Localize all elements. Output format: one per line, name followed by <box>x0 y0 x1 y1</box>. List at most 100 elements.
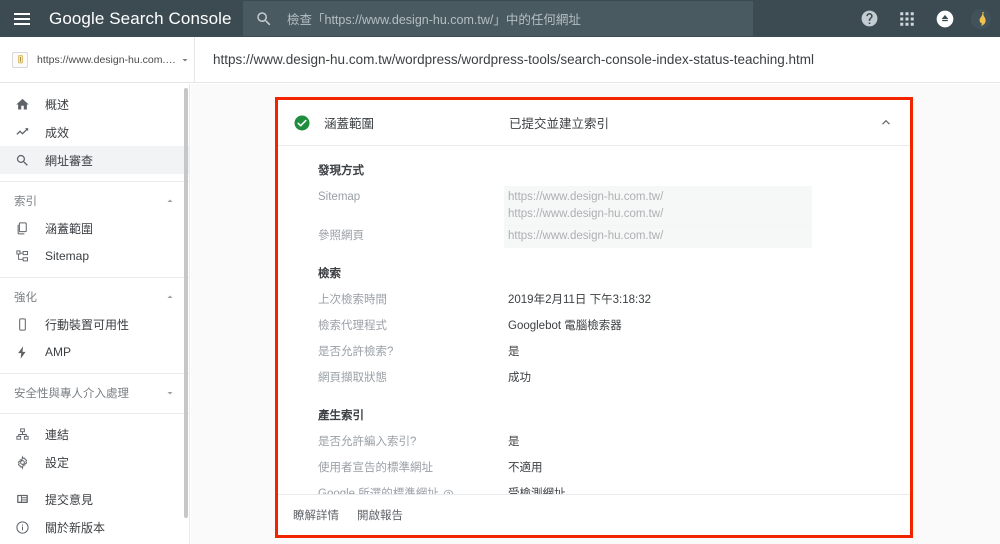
section-title: 產生索引 <box>318 410 364 422</box>
coverage-card-header[interactable]: 涵蓋範圍 已提交並建立索引 <box>278 100 910 146</box>
property-selector[interactable]: https://www.design-hu.com.t... <box>0 37 194 83</box>
sidebar-item-label: 設定 <box>45 455 70 470</box>
coverage-card-body: 發現方式 Sitemap https://www.design-hu.com.t… <box>278 146 910 494</box>
detail-row-value: https://www.design-hu.com.tw/ <box>504 225 910 248</box>
help-circle-icon[interactable] <box>856 6 882 32</box>
sidebar-group-index[interactable]: 索引 <box>0 188 189 214</box>
app-header: Google Search Console 檢查「https://www.des… <box>0 0 1000 37</box>
detail-row-label: Sitemap <box>318 191 361 203</box>
detail-row: 網頁擷取狀態 成功 <box>278 370 910 391</box>
detail-row-value: 2019年2月11日 下午3:18:32 <box>508 294 651 306</box>
detail-row-value: 不適用 <box>508 462 543 474</box>
info-circle-icon <box>13 520 31 535</box>
trending-up-icon <box>13 125 31 140</box>
sidebar-item-url-inspection[interactable]: 網址審查 <box>0 146 189 174</box>
detail-row-value: https://www.design-hu.com.tw/ https://ww… <box>504 186 910 226</box>
detail-row-label: 上次檢索時間 <box>318 294 387 306</box>
learn-more-link[interactable]: 瞭解詳情 <box>293 507 339 523</box>
hamburger-menu-icon[interactable] <box>0 0 44 37</box>
chevron-up-icon[interactable] <box>878 116 894 130</box>
mobile-device-icon <box>13 317 31 332</box>
sidebar-item-amp[interactable]: AMP <box>0 338 189 366</box>
detail-row-value: 成功 <box>508 372 531 384</box>
sidebar-group-label: 強化 <box>14 292 37 304</box>
coverage-card-title: 涵蓋範圍 <box>324 117 375 131</box>
sidebar-divider <box>0 181 189 182</box>
sidebar-item-mobile-usability[interactable]: 行動裝置可用性 <box>0 310 189 338</box>
sidebar-item-label: 行動裝置可用性 <box>45 317 130 332</box>
detail-row: 使用者宣告的標準網址 不適用 <box>278 460 910 481</box>
sidebar-divider <box>0 277 189 278</box>
sidebar-item-label: 成效 <box>45 125 70 140</box>
notifications-bell-icon[interactable] <box>932 6 958 32</box>
sidebar-group-enhancements[interactable]: 強化 <box>0 284 189 310</box>
header-actions <box>856 0 992 37</box>
url-inspection-search-bar[interactable]: 檢查「https://www.design-hu.com.tw/」中的任何網址 <box>243 1 753 36</box>
sitemap-icon <box>13 249 31 264</box>
sidebar-item-links[interactable]: 連結 <box>0 420 189 448</box>
detail-row: 是否允許編入索引? 是 <box>278 434 910 455</box>
detail-row-label: 使用者宣告的標準網址 <box>318 462 433 474</box>
detail-row-value: Googlebot 電腦檢索器 <box>508 320 622 332</box>
sidebar-item-feedback[interactable]: 提交意見 <box>0 485 189 513</box>
sidebar-item-label: 關於新版本 <box>45 520 106 535</box>
detail-value-line: https://www.design-hu.com.tw/ <box>508 230 664 242</box>
coverage-card-highlight-box: 涵蓋範圍 已提交並建立索引 發現方式 Sitemap https://www.d… <box>275 97 913 538</box>
sidebar-item-overview[interactable]: 概述 <box>0 90 189 118</box>
search-icon <box>255 10 273 28</box>
open-report-link[interactable]: 開啟報告 <box>357 507 403 523</box>
section-indexing: 產生索引 是否允許編入索引? 是 使用者宣告的標準網址 不適用 Google 所… <box>278 407 910 494</box>
sidebar-navigation: 概述 成效 網址審查 索引 涵蓋範圍 Sitemap 強化 行動裝置可用性 AM… <box>0 84 190 544</box>
coverage-card: 涵蓋範圍 已提交並建立索引 發現方式 Sitemap https://www.d… <box>278 100 910 535</box>
home-icon <box>13 97 31 112</box>
lightning-bolt-icon <box>13 345 31 360</box>
link-network-icon <box>13 427 31 442</box>
chevron-up-icon[interactable] <box>163 291 177 303</box>
section-discovery: 發現方式 Sitemap https://www.design-hu.com.t… <box>278 162 910 249</box>
detail-row: 檢索代理程式 Googlebot 電腦檢索器 <box>278 318 910 339</box>
sidebar-group-security-manual-actions[interactable]: 安全性與專人介入處理 <box>0 380 189 406</box>
sidebar-divider <box>0 373 189 374</box>
sidebar-scrollbar[interactable] <box>184 88 188 518</box>
detail-row: 參照網頁 https://www.design-hu.com.tw/ <box>278 225 910 249</box>
apps-grid-icon[interactable] <box>894 6 920 32</box>
sidebar-item-label: 涵蓋範圍 <box>45 221 94 236</box>
search-icon <box>13 153 31 168</box>
main-content-area: 涵蓋範圍 已提交並建立索引 發現方式 Sitemap https://www.d… <box>191 84 1000 544</box>
detail-row-label: Google 所選的標準網址 <box>318 486 508 494</box>
detail-row-label: 網頁擷取狀態 <box>318 372 387 384</box>
chevron-down-icon[interactable] <box>163 387 177 399</box>
sidebar-item-coverage[interactable]: 涵蓋範圍 <box>0 214 189 242</box>
chevron-down-icon[interactable] <box>176 54 194 66</box>
detail-row-label: 參照網頁 <box>318 230 364 242</box>
detail-row-value: 受檢測網址 <box>508 488 566 494</box>
app-brand-title: Google Search Console <box>49 8 232 28</box>
sidebar-group-label: 索引 <box>14 196 37 208</box>
sidebar-item-performance[interactable]: 成效 <box>0 118 189 146</box>
search-placeholder-text: 檢查「https://www.design-hu.com.tw/」中的任何網址 <box>287 13 581 27</box>
section-crawl: 檢索 上次檢索時間 2019年2月11日 下午3:18:32 檢索代理程式 Go… <box>278 265 910 391</box>
green-check-circle-icon <box>293 114 311 132</box>
coverage-card-status: 已提交並建立索引 <box>509 117 610 131</box>
sidebar-item-label: 概述 <box>45 97 70 112</box>
account-avatar[interactable] <box>970 7 992 30</box>
property-name: https://www.design-hu.com.t... <box>37 53 176 66</box>
sidebar-item-label: AMP <box>45 345 72 359</box>
detail-row-label: 是否允許檢索? <box>318 346 394 358</box>
sidebar-item-about-new-version[interactable]: 關於新版本 <box>0 513 189 541</box>
sidebar-item-label: Sitemap <box>45 249 90 263</box>
sidebar-divider <box>0 413 189 414</box>
detail-row-label-text: Google 所選的標準網址 <box>318 488 439 494</box>
sidebar-item-label: 網址審查 <box>45 153 94 168</box>
chevron-up-icon[interactable] <box>163 195 177 207</box>
gear-icon <box>13 454 31 470</box>
sidebar-item-sitemap[interactable]: Sitemap <box>0 242 189 270</box>
sidebar-item-label: 連結 <box>45 427 70 442</box>
pages-copy-icon <box>13 221 31 236</box>
section-title: 發現方式 <box>318 165 364 177</box>
detail-row-label: 檢索代理程式 <box>318 320 387 332</box>
site-favicon <box>12 51 28 68</box>
property-and-url-bar: https://www.design-hu.com.t... https://w… <box>0 36 1000 83</box>
sidebar-item-settings[interactable]: 設定 <box>0 448 189 476</box>
inspected-url-text: https://www.design-hu.com.tw/wordpress/w… <box>213 52 815 67</box>
